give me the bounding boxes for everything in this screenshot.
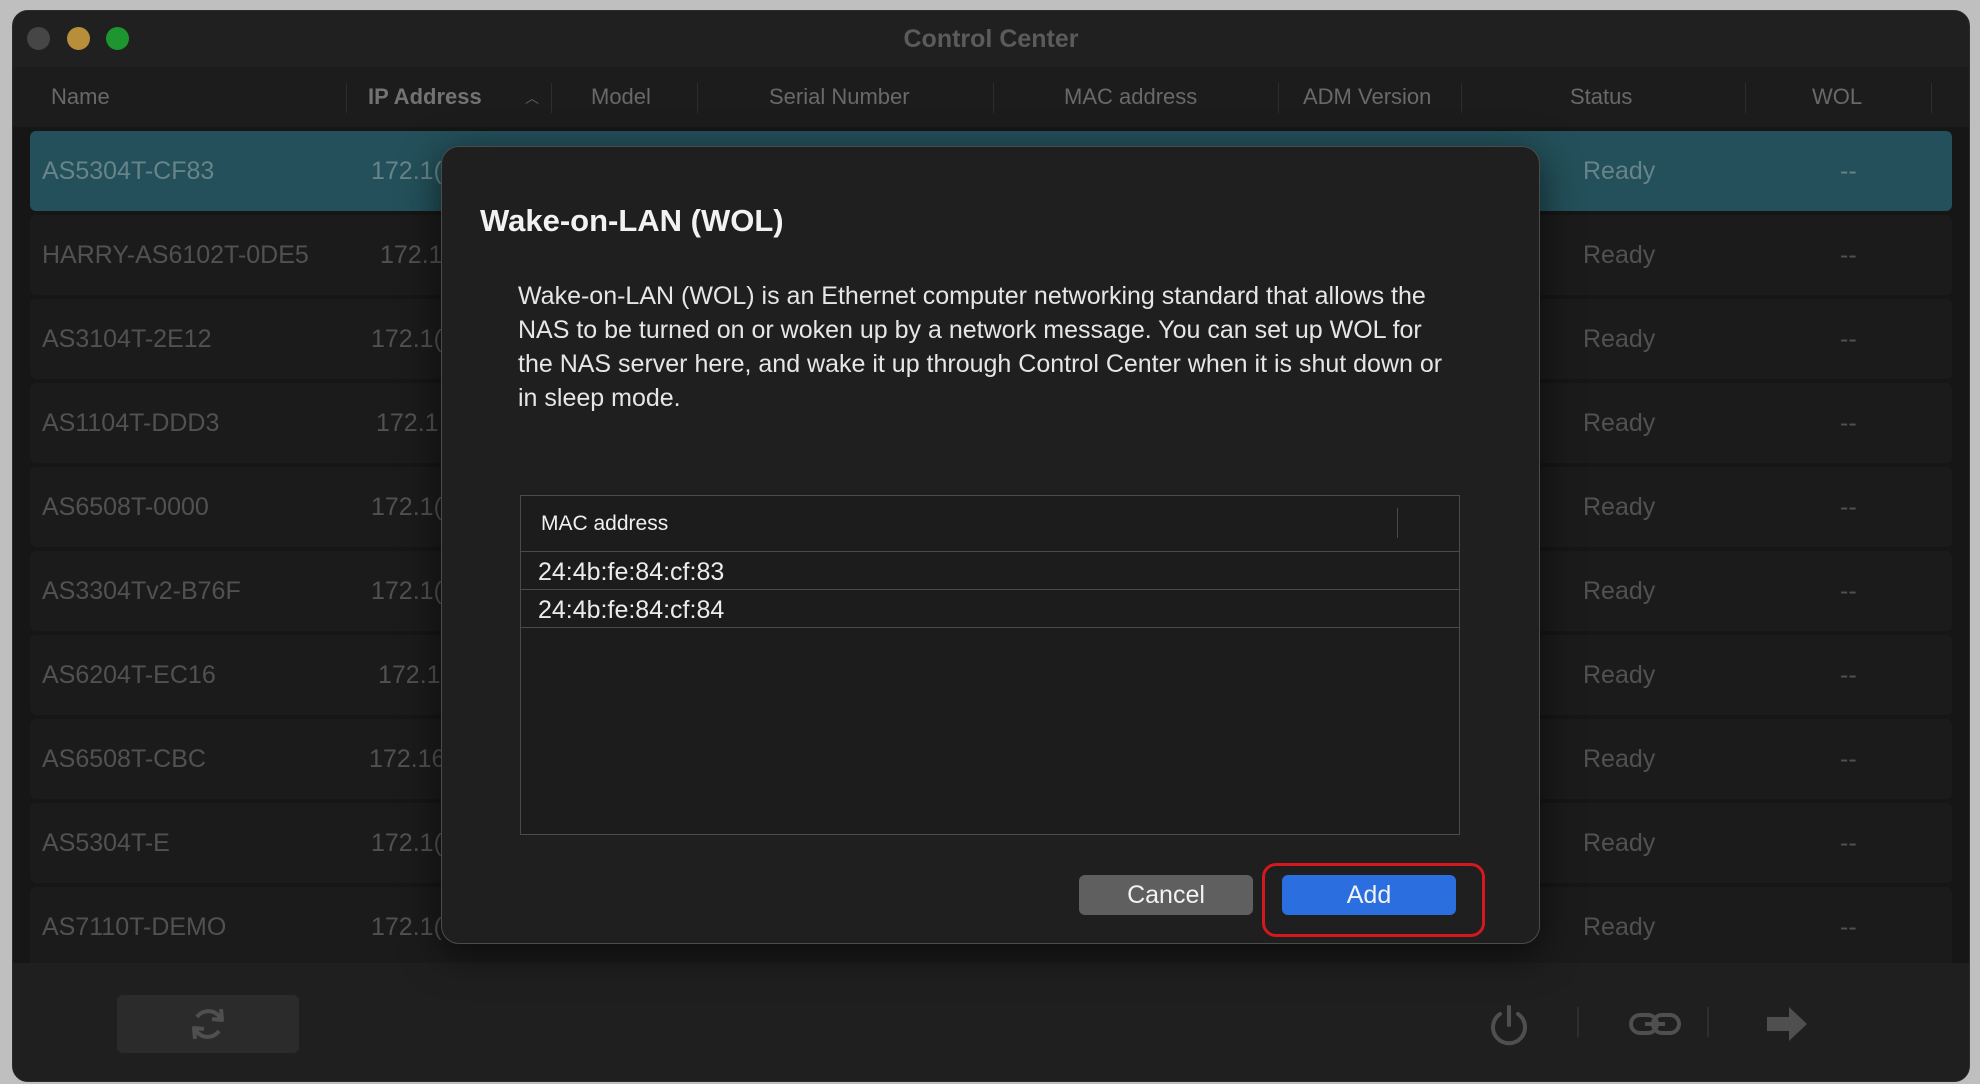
wol-dialog: Wake-on-LAN (WOL) Wake-on-LAN (WOL) is a… <box>441 146 1540 944</box>
mac-address-table: MAC address 24:4b:fe:84:cf:83 24:4b:fe:8… <box>520 495 1460 835</box>
mac-address-value: 24:4b:fe:84:cf:83 <box>538 558 725 586</box>
mac-list-item[interactable]: 24:4b:fe:84:cf:83 <box>521 552 1459 590</box>
mac-list-item[interactable]: 24:4b:fe:84:cf:84 <box>521 590 1459 628</box>
dialog-title: Wake-on-LAN (WOL) <box>480 203 784 238</box>
mac-table-header: MAC address <box>521 496 1459 552</box>
mac-address-value: 24:4b:fe:84:cf:84 <box>538 596 725 624</box>
dialog-description: Wake-on-LAN (WOL) is an Ethernet compute… <box>518 282 1443 412</box>
column-divider <box>1397 508 1398 538</box>
mac-column-header[interactable]: MAC address <box>541 512 668 536</box>
add-button-highlight <box>1262 863 1485 937</box>
cancel-button[interactable]: Cancel <box>1079 875 1253 915</box>
